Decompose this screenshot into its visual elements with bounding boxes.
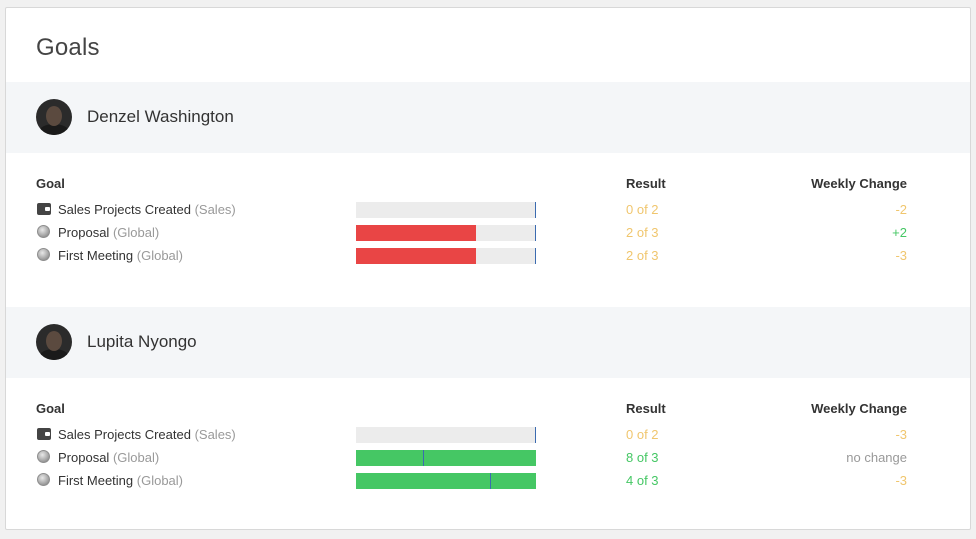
goal-result: 4 of 3 xyxy=(626,473,659,488)
person-name[interactable]: Denzel Washington xyxy=(87,107,234,127)
target-marker xyxy=(535,202,536,218)
goal-row[interactable]: Sales Projects Created (Sales) 0 of 2 -3 xyxy=(6,425,970,445)
globe-icon xyxy=(37,225,50,238)
goals-table: Goal Result Weekly Change Sales Projects… xyxy=(6,153,970,307)
progress-fill xyxy=(356,248,477,264)
person-header: Denzel Washington xyxy=(6,82,970,153)
column-header-result: Result xyxy=(626,401,666,416)
goal-scope: (Sales) xyxy=(194,427,236,442)
goal-label[interactable]: Proposal (Global) xyxy=(58,450,159,465)
weekly-change: no change xyxy=(846,450,907,465)
progress-bar xyxy=(356,248,536,264)
progress-fill xyxy=(356,473,536,489)
goal-name: First Meeting xyxy=(58,473,134,488)
goal-label[interactable]: First Meeting (Global) xyxy=(58,473,183,488)
avatar[interactable] xyxy=(36,324,72,360)
progress-fill xyxy=(356,450,536,466)
globe-icon xyxy=(37,450,50,463)
goal-scope: (Global) xyxy=(112,450,160,465)
column-header-result: Result xyxy=(626,176,666,191)
globe-icon xyxy=(37,473,50,486)
column-header-weekly-change: Weekly Change xyxy=(811,176,907,191)
progress-bar xyxy=(356,427,536,443)
goal-row[interactable]: Proposal (Global) 2 of 3 +2 xyxy=(6,223,970,243)
avatar[interactable] xyxy=(36,99,72,135)
page-title: Goals xyxy=(36,34,100,61)
goal-name: First Meeting xyxy=(58,248,134,263)
globe-icon xyxy=(37,248,50,261)
progress-bar xyxy=(356,225,536,241)
goal-result: 8 of 3 xyxy=(626,450,659,465)
progress-bar xyxy=(356,450,536,466)
progress-fill xyxy=(356,225,477,241)
weekly-change: -3 xyxy=(895,248,907,263)
column-header-weekly-change: Weekly Change xyxy=(811,401,907,416)
target-marker xyxy=(535,225,536,241)
weekly-change: -3 xyxy=(895,427,907,442)
target-marker xyxy=(423,450,424,466)
goal-label[interactable]: Sales Projects Created (Sales) xyxy=(58,202,236,217)
goal-name: Sales Projects Created xyxy=(58,202,191,217)
person-name[interactable]: Lupita Nyongo xyxy=(87,332,197,352)
goal-row[interactable]: First Meeting (Global) 2 of 3 -3 xyxy=(6,246,970,266)
column-header-goal: Goal xyxy=(36,176,65,191)
person-section: Denzel Washington Goal Result Weekly Cha… xyxy=(6,82,970,307)
goal-result: 0 of 2 xyxy=(626,427,659,442)
goal-name: Proposal xyxy=(58,225,110,240)
weekly-change: -2 xyxy=(895,202,907,217)
goal-scope: (Global) xyxy=(136,248,184,263)
goals-card: Goals Denzel Washington Goal Result Week… xyxy=(5,7,971,530)
goal-row[interactable]: Sales Projects Created (Sales) 0 of 2 -2 xyxy=(6,200,970,220)
goal-result: 2 of 3 xyxy=(626,248,659,263)
goal-scope: (Global) xyxy=(112,225,160,240)
goal-label[interactable]: Proposal (Global) xyxy=(58,225,159,240)
target-marker xyxy=(535,427,536,443)
progress-bar xyxy=(356,202,536,218)
goal-label[interactable]: First Meeting (Global) xyxy=(58,248,183,263)
goal-row[interactable]: First Meeting (Global) 4 of 3 -3 xyxy=(6,471,970,491)
column-header-goal: Goal xyxy=(36,401,65,416)
progress-bar xyxy=(356,473,536,489)
wallet-icon xyxy=(37,203,51,215)
weekly-change: +2 xyxy=(892,225,907,240)
goal-result: 0 of 2 xyxy=(626,202,659,217)
goals-table: Goal Result Weekly Change Sales Projects… xyxy=(6,378,970,529)
target-marker xyxy=(490,473,491,489)
weekly-change: -3 xyxy=(895,473,907,488)
goal-result: 2 of 3 xyxy=(626,225,659,240)
goal-label[interactable]: Sales Projects Created (Sales) xyxy=(58,427,236,442)
person-section: Lupita Nyongo Goal Result Weekly Change … xyxy=(6,307,970,529)
person-header: Lupita Nyongo xyxy=(6,307,970,378)
goal-row[interactable]: Proposal (Global) 8 of 3 no change xyxy=(6,448,970,468)
goal-name: Proposal xyxy=(58,450,110,465)
goal-scope: (Sales) xyxy=(194,202,236,217)
target-marker xyxy=(535,248,536,264)
wallet-icon xyxy=(37,428,51,440)
goal-name: Sales Projects Created xyxy=(58,427,191,442)
goal-scope: (Global) xyxy=(136,473,184,488)
